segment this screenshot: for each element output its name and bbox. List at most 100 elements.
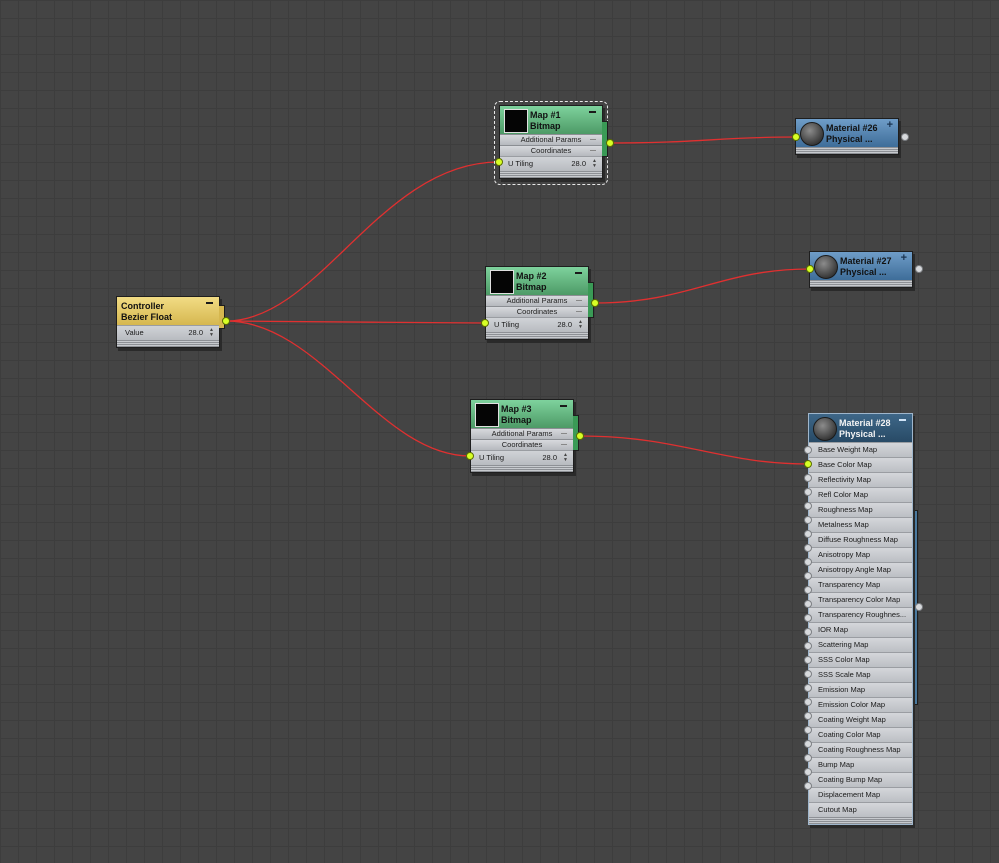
slot-input-socket[interactable] <box>804 740 812 748</box>
section-coordinates[interactable]: Coordinates <box>486 306 588 317</box>
controller-header[interactable]: Controller Bezier Float <box>117 297 219 325</box>
slot-input-socket[interactable] <box>804 558 812 566</box>
param-value[interactable]: 28.0 <box>571 157 586 171</box>
material28-node[interactable]: Material #28 Physical ... Base Weight Map… <box>808 413 913 825</box>
spinner-arrows-icon[interactable]: ▲ ▼ <box>578 320 583 330</box>
material26-input-socket[interactable] <box>792 133 800 141</box>
material28-output-socket[interactable] <box>915 603 923 611</box>
section-additional-params[interactable]: Additional Params <box>486 295 588 306</box>
minus-icon[interactable] <box>899 419 906 421</box>
controller-output-socket[interactable] <box>222 317 230 325</box>
param-value[interactable]: 28.0 <box>542 451 557 465</box>
material-slot-row[interactable]: Base Color Map <box>809 457 912 472</box>
map3-utiling-input-socket[interactable] <box>466 452 474 460</box>
material26-node[interactable]: Material #26 Physical ... + <box>795 118 899 155</box>
material27-input-socket[interactable] <box>806 265 814 273</box>
controller-value-row[interactable]: Value 28.0 ▲ ▼ <box>117 325 219 340</box>
slot-input-socket[interactable] <box>804 628 812 636</box>
slot-input-socket[interactable] <box>804 768 812 776</box>
material-slot-row[interactable]: Coating Color Map <box>809 727 912 742</box>
slot-input-socket[interactable] <box>804 726 812 734</box>
slot-input-socket[interactable] <box>804 572 812 580</box>
wire-controller-to-map2[interactable] <box>225 320 486 324</box>
spinner-arrows-icon[interactable]: ▲ ▼ <box>563 453 568 463</box>
material27-node[interactable]: Material #27 Physical ... + <box>809 251 913 288</box>
material26-header[interactable]: Material #26 Physical ... + <box>796 119 898 147</box>
material-slot-row[interactable]: Transparency Map <box>809 577 912 592</box>
material-slot-row[interactable]: Emission Map <box>809 682 912 697</box>
material-slot-row[interactable]: Base Weight Map <box>809 442 912 457</box>
map3-output-socket[interactable] <box>576 432 584 440</box>
slot-input-socket[interactable] <box>804 544 812 552</box>
material-slot-row[interactable]: Coating Weight Map <box>809 712 912 727</box>
section-additional-params[interactable]: Additional Params <box>500 134 602 145</box>
param-value[interactable]: 28.0 <box>557 318 572 332</box>
spinner-arrows-icon[interactable]: ▲ ▼ <box>592 159 597 169</box>
material-slot-row[interactable]: Anisotropy Map <box>809 547 912 562</box>
material27-header[interactable]: Material #27 Physical ... + <box>810 252 912 280</box>
material-slot-row[interactable]: Roughness Map <box>809 502 912 517</box>
material28-header[interactable]: Material #28 Physical ... <box>809 414 912 442</box>
plus-icon[interactable]: + <box>887 120 893 131</box>
slot-input-socket[interactable] <box>804 712 812 720</box>
slot-input-socket[interactable] <box>804 614 812 622</box>
section-additional-params[interactable]: Additional Params <box>471 428 573 439</box>
slot-input-socket[interactable] <box>804 600 812 608</box>
material-slot-row[interactable]: Scattering Map <box>809 637 912 652</box>
slot-input-socket[interactable] <box>804 502 812 510</box>
slot-input-socket[interactable] <box>804 670 812 678</box>
material-slot-row[interactable]: Refl Color Map <box>809 487 912 502</box>
map3-utiling-row[interactable]: U Tiling 28.0 ▲ ▼ <box>471 450 573 465</box>
section-coordinates[interactable]: Coordinates <box>471 439 573 450</box>
minus-icon[interactable] <box>589 111 596 113</box>
material-slot-row[interactable]: Bump Map <box>809 757 912 772</box>
map3-header[interactable]: Map #3 Bitmap <box>471 400 573 428</box>
slot-input-socket[interactable] <box>804 754 812 762</box>
material-slot-row[interactable]: Emission Color Map <box>809 697 912 712</box>
material-slot-row[interactable]: Displacement Map <box>809 787 912 802</box>
param-value[interactable]: 28.0 <box>188 326 203 340</box>
map1-utiling-input-socket[interactable] <box>495 158 503 166</box>
controller-node[interactable]: Controller Bezier Float Value 28.0 ▲ ▼ <box>116 296 220 348</box>
material-slot-row[interactable]: SSS Scale Map <box>809 667 912 682</box>
minus-icon[interactable] <box>206 302 213 304</box>
material-slot-row[interactable]: IOR Map <box>809 622 912 637</box>
map2-output-socket[interactable] <box>591 299 599 307</box>
material-slot-row[interactable]: Transparency Roughnes... <box>809 607 912 622</box>
wire-map3-to-material28[interactable] <box>579 435 809 465</box>
wire-controller-to-map3[interactable] <box>225 320 471 457</box>
map2-utiling-input-socket[interactable] <box>481 319 489 327</box>
map2-node[interactable]: Map #2 Bitmap Additional Params Coordinat… <box>485 266 589 340</box>
minus-icon[interactable] <box>575 272 582 274</box>
material-slot-row[interactable]: Cutout Map <box>809 802 912 817</box>
map3-node[interactable]: Map #3 Bitmap Additional Params Coordinat… <box>470 399 574 473</box>
slot-input-socket[interactable] <box>804 488 812 496</box>
slot-input-socket[interactable] <box>804 586 812 594</box>
material27-output-socket[interactable] <box>915 265 923 273</box>
slot-input-socket[interactable] <box>804 782 812 790</box>
slot-input-socket[interactable] <box>804 698 812 706</box>
minus-icon[interactable] <box>560 405 567 407</box>
map1-utiling-row[interactable]: U Tiling 28.0 ▲ ▼ <box>500 156 602 171</box>
material-slot-row[interactable]: Anisotropy Angle Map <box>809 562 912 577</box>
slot-input-socket[interactable] <box>804 474 812 482</box>
wire-map2-to-material27[interactable] <box>594 268 811 304</box>
map1-header[interactable]: Map #1 Bitmap <box>500 106 602 134</box>
spinner-arrows-icon[interactable]: ▲ ▼ <box>209 328 214 338</box>
wire-controller-to-map1[interactable] <box>225 161 500 322</box>
material-slot-row[interactable]: Metalness Map <box>809 517 912 532</box>
material-slot-row[interactable]: Diffuse Roughness Map <box>809 532 912 547</box>
material-slot-row[interactable]: Coating Bump Map <box>809 772 912 787</box>
material-slot-row[interactable]: Reflectivity Map <box>809 472 912 487</box>
map1-node[interactable]: Map #1 Bitmap Additional Params Coordinat… <box>499 105 603 179</box>
material26-output-socket[interactable] <box>901 133 909 141</box>
wire-map1-to-material26[interactable] <box>608 136 797 144</box>
slot-input-socket[interactable] <box>804 684 812 692</box>
slot-input-socket[interactable] <box>804 530 812 538</box>
material-slot-row[interactable]: SSS Color Map <box>809 652 912 667</box>
slot-input-socket[interactable] <box>804 516 812 524</box>
map2-header[interactable]: Map #2 Bitmap <box>486 267 588 295</box>
map1-output-socket[interactable] <box>606 139 614 147</box>
plus-icon[interactable]: + <box>901 253 907 264</box>
material-slot-row[interactable]: Transparency Color Map <box>809 592 912 607</box>
